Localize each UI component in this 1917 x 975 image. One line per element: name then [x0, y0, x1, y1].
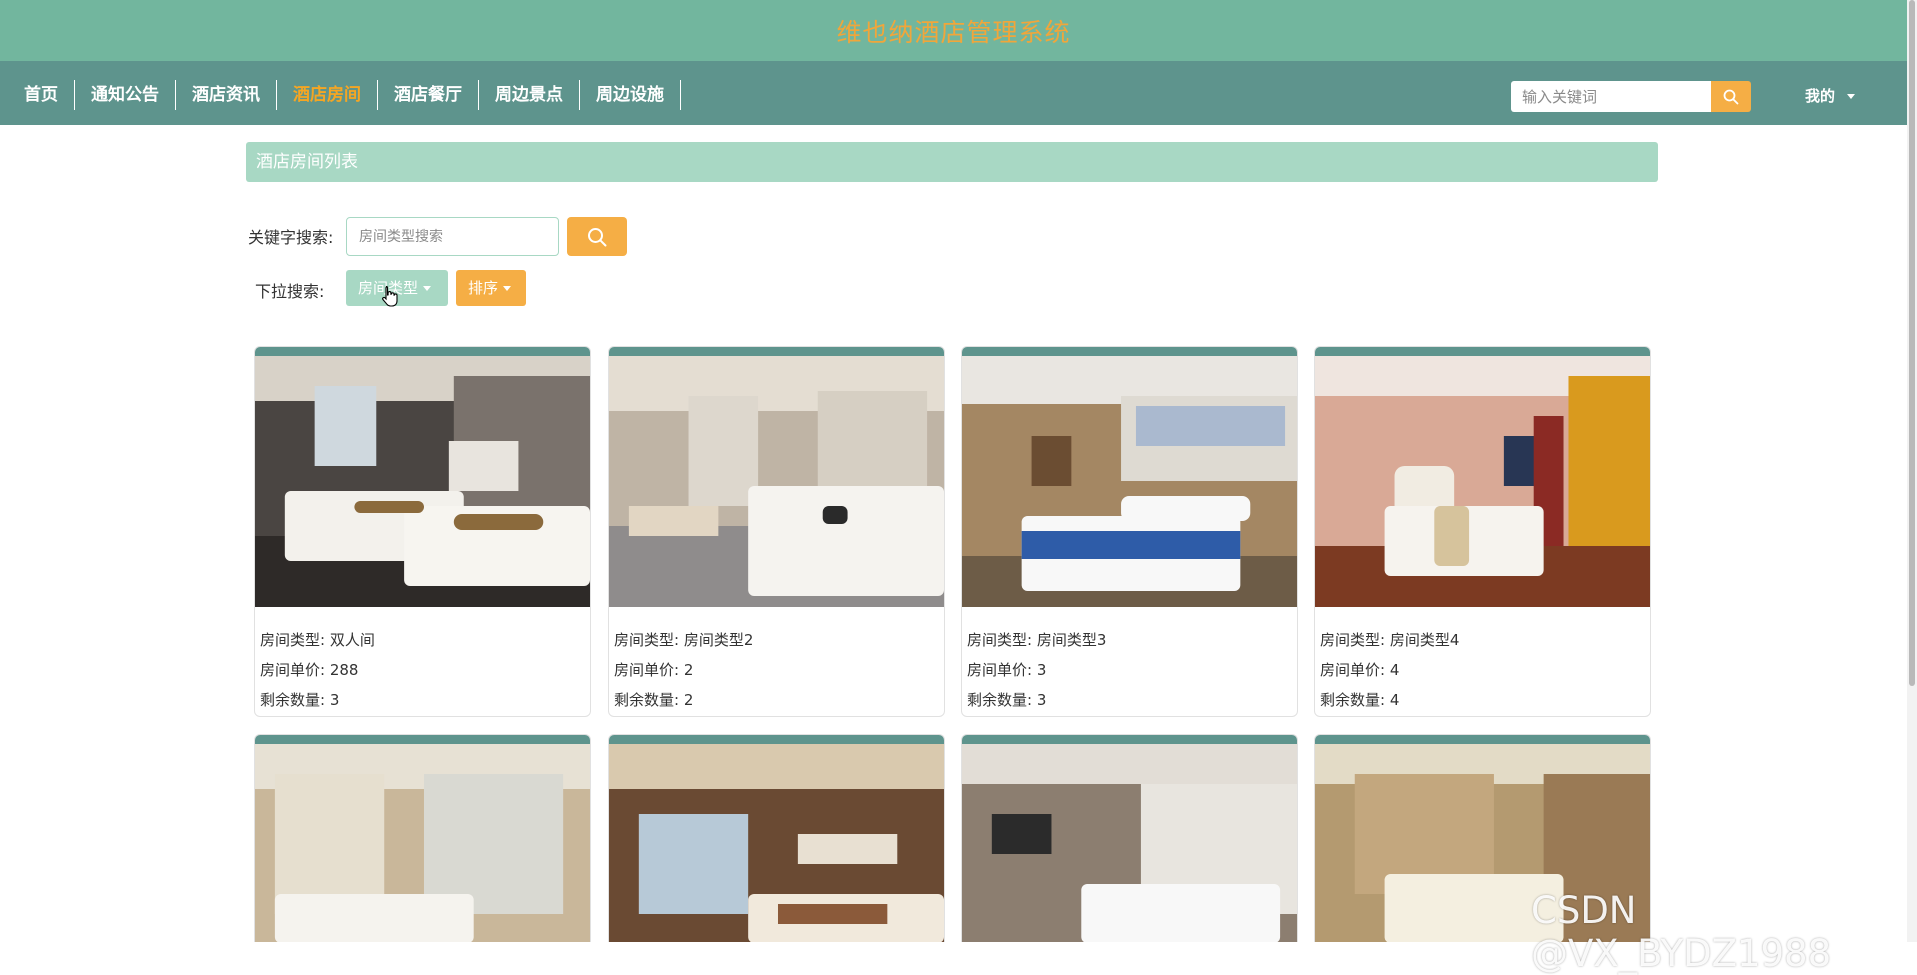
- room-type-value: 双人间: [329, 631, 375, 649]
- page-scrollbar[interactable]: [1907, 0, 1917, 942]
- room-card[interactable]: 房间类型: 房间类型4 房间单价: 4 剩余数量: 4: [1314, 346, 1651, 717]
- dropdown-search-label: 下拉搜索:: [255, 282, 325, 301]
- nav-item-home[interactable]: 首页: [8, 80, 75, 110]
- hand-cursor-icon: [382, 285, 398, 307]
- room-info: 房间类型: 房间类型3 房间单价: 3 剩余数量: 3: [962, 611, 1297, 715]
- room-type-label: 房间类型:: [967, 631, 1033, 649]
- caret-down-icon: [503, 286, 512, 291]
- nav-item-notices[interactable]: 通知公告: [75, 80, 176, 110]
- room-photo: [255, 356, 590, 607]
- nav-menu: 首页 通知公告 酒店资讯 酒店房间 酒店餐厅 周边景点 周边设施: [8, 80, 681, 110]
- room-type-row: 房间类型: 双人间: [260, 625, 585, 655]
- room-photo: [962, 356, 1297, 607]
- room-card[interactable]: [254, 734, 591, 942]
- room-price-value: 288: [329, 661, 359, 679]
- search-icon: [588, 227, 607, 246]
- room-type-label: 房间类型:: [1320, 631, 1386, 649]
- room-price-label: 房间单价:: [614, 661, 680, 679]
- sort-dropdown-label: 排序: [468, 279, 499, 297]
- room-type-row: 房间类型: 房间类型2: [614, 625, 939, 655]
- nav-item-facilities[interactable]: 周边设施: [580, 80, 681, 110]
- room-price-label: 房间单价:: [1320, 661, 1386, 679]
- scrollbar-thumb[interactable]: [1909, 0, 1915, 686]
- room-info: 房间类型: 房间类型2 房间单价: 2 剩余数量: 2: [609, 611, 944, 715]
- nav-item-hotel-news[interactable]: 酒店资讯: [176, 80, 277, 110]
- caret-down-icon: [1847, 94, 1856, 99]
- card-top-bar: [255, 347, 590, 356]
- room-price-label: 房间单价:: [967, 661, 1033, 679]
- keyword-search-label: 关键字搜索:: [248, 228, 334, 247]
- user-menu-label: 我的: [1805, 87, 1836, 105]
- room-price-row: 房间单价: 288: [260, 655, 585, 685]
- caret-down-icon: [423, 286, 432, 291]
- room-count-value: 3: [329, 691, 340, 709]
- room-type-row: 房间类型: 房间类型3: [967, 625, 1292, 655]
- site-header: 维也纳酒店管理系统: [0, 0, 1907, 61]
- room-price-value: 3: [1036, 661, 1047, 679]
- room-type-label: 房间类型:: [260, 631, 326, 649]
- room-price-row: 房间单价: 2: [614, 655, 939, 685]
- room-info: 房间类型: 双人间 房间单价: 288 剩余数量: 3: [255, 611, 590, 715]
- section-title: 酒店房间列表: [246, 142, 1658, 182]
- keyword-search-button[interactable]: [567, 217, 627, 256]
- nav-search-input[interactable]: [1511, 81, 1711, 112]
- nav-item-attractions[interactable]: 周边景点: [479, 80, 580, 110]
- card-top-bar: [962, 347, 1297, 356]
- room-type-value: 房间类型3: [1036, 631, 1107, 649]
- card-top-bar: [1315, 347, 1650, 356]
- room-count-row: 剩余数量: 4: [1320, 685, 1645, 715]
- card-top-bar: [1315, 735, 1650, 744]
- room-price-row: 房间单价: 3: [967, 655, 1292, 685]
- card-top-bar: [962, 735, 1297, 744]
- room-count-row: 剩余数量: 2: [614, 685, 939, 715]
- csdn-watermark: CSDN @VX_BYDZ1988: [1531, 889, 1832, 975]
- room-photo: [609, 744, 944, 942]
- room-count-row: 剩余数量: 3: [260, 685, 585, 715]
- card-top-bar: [609, 347, 944, 356]
- card-top-bar: [609, 735, 944, 744]
- nav-item-restaurant[interactable]: 酒店餐厅: [378, 80, 479, 110]
- room-type-search-input[interactable]: [346, 217, 559, 256]
- room-type-row: 房间类型: 房间类型4: [1320, 625, 1645, 655]
- room-card[interactable]: 房间类型: 房间类型3 房间单价: 3 剩余数量: 3: [961, 346, 1298, 717]
- room-count-value: 4: [1389, 691, 1400, 709]
- room-price-value: 4: [1389, 661, 1400, 679]
- nav-item-hotel-rooms[interactable]: 酒店房间: [277, 80, 378, 110]
- room-count-label: 剩余数量:: [260, 691, 326, 709]
- card-top-bar: [255, 735, 590, 744]
- room-count-value: 2: [683, 691, 694, 709]
- room-card[interactable]: [608, 734, 945, 942]
- room-price-value: 2: [683, 661, 694, 679]
- room-count-label: 剩余数量:: [967, 691, 1033, 709]
- room-photo: [962, 744, 1297, 942]
- room-count-row: 剩余数量: 3: [967, 685, 1292, 715]
- site-title: 维也纳酒店管理系统: [836, 18, 1071, 47]
- room-price-row: 房间单价: 4: [1320, 655, 1645, 685]
- room-photo: [255, 744, 590, 942]
- room-price-label: 房间单价:: [260, 661, 326, 679]
- room-card[interactable]: [961, 734, 1298, 942]
- room-info: 房间类型: 房间类型4 房间单价: 4 剩余数量: 4: [1315, 611, 1650, 715]
- room-card[interactable]: 房间类型: 房间类型2 房间单价: 2 剩余数量: 2: [608, 346, 945, 717]
- search-icon: [1723, 89, 1739, 104]
- room-count-label: 剩余数量:: [614, 691, 680, 709]
- main-nav: 首页 通知公告 酒店资讯 酒店房间 酒店餐厅 周边景点 周边设施 我的: [0, 61, 1907, 125]
- room-count-value: 3: [1036, 691, 1047, 709]
- sort-dropdown[interactable]: 排序: [456, 270, 526, 306]
- room-photo: [1315, 356, 1650, 607]
- room-photo: [609, 356, 944, 607]
- room-type-label: 房间类型:: [614, 631, 680, 649]
- room-type-value: 房间类型4: [1389, 631, 1460, 649]
- room-type-value: 房间类型2: [683, 631, 754, 649]
- user-menu[interactable]: 我的: [1805, 85, 1856, 106]
- room-card[interactable]: 房间类型: 双人间 房间单价: 288 剩余数量: 3: [254, 346, 591, 717]
- room-count-label: 剩余数量:: [1320, 691, 1386, 709]
- nav-search-button[interactable]: [1711, 81, 1751, 112]
